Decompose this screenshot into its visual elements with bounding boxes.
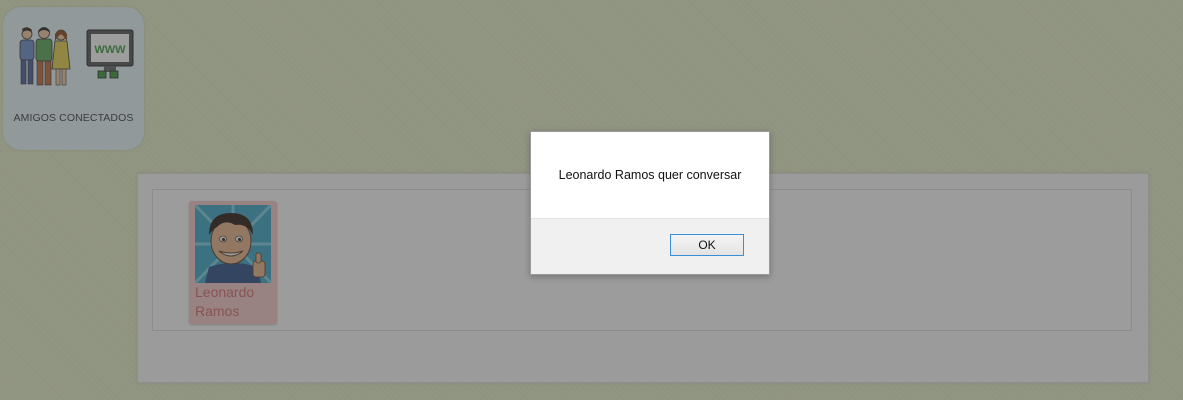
dialog-footer: OK	[531, 218, 769, 274]
dialog-message: Leonardo Ramos quer conversar	[558, 168, 742, 182]
alert-dialog: Leonardo Ramos quer conversar OK	[530, 131, 770, 275]
ok-button[interactable]: OK	[670, 234, 744, 256]
